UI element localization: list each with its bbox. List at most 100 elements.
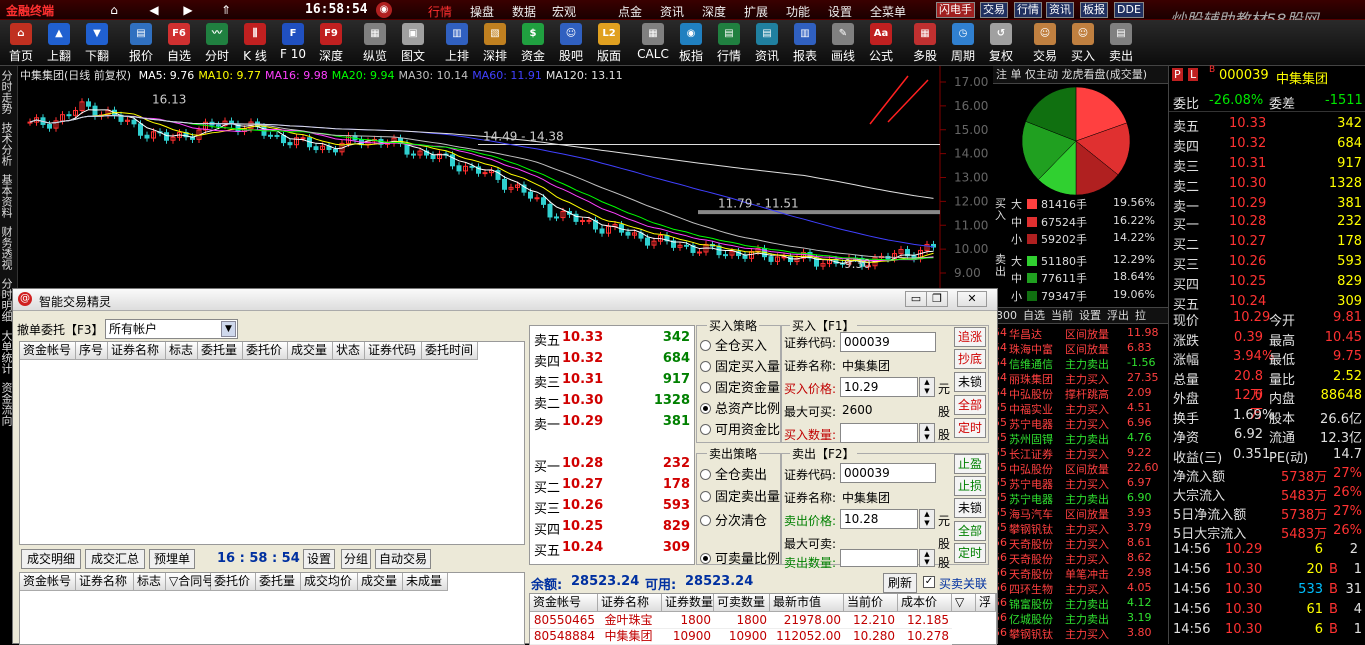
ask-row[interactable]: 卖二 10.30 1328 — [1169, 176, 1365, 195]
menu-4[interactable]: 点金 — [618, 3, 642, 20]
menu-6[interactable]: 深度 — [702, 3, 726, 20]
ticker-row[interactable]: 54 丽珠集团 主力买入 27.35 — [993, 371, 1168, 386]
toolbar-rank-up-button[interactable]: ▥ 上排 — [438, 22, 476, 64]
buy-code-input[interactable]: 000039 — [840, 332, 936, 352]
buy-price-stepper[interactable]: ▲ ▼ — [919, 377, 935, 397]
ticker-row[interactable]: 54 华昌达 区间放量 11.98 — [993, 326, 1168, 341]
link-checkbox[interactable]: ✓ — [923, 576, 935, 588]
restore-icon[interactable]: ❐ — [926, 291, 948, 307]
dialog-bid-row[interactable]: 买五 10.24 309 — [530, 540, 696, 562]
toolbar-index-button[interactable]: ◉ 板指 — [672, 22, 710, 64]
sell-price-stepper[interactable]: ▲ ▼ — [919, 509, 935, 529]
buy-price-input[interactable]: 10.29 — [840, 377, 918, 397]
holdings-col-header[interactable]: 资金帐号 — [530, 594, 598, 612]
buy-qty-input[interactable] — [840, 423, 918, 443]
orders-col-header[interactable]: 资金帐号 — [20, 342, 76, 360]
home-icon[interactable]: ⌂ — [104, 1, 124, 19]
sell-action-button-2[interactable]: 未锁 — [954, 498, 986, 518]
menu-8[interactable]: 功能 — [786, 3, 810, 20]
toolbar-news-button[interactable]: ▤ 资讯 — [748, 22, 786, 64]
toolbar-f9-button[interactable]: F9 深度 — [312, 22, 350, 64]
menu-3[interactable]: 宏观 — [552, 3, 576, 20]
ticker-row[interactable]: 54 中弘股份 撑杆跳高 2.09 — [993, 386, 1168, 401]
mid-tab-1[interactable]: 成交汇总 — [85, 549, 145, 569]
sell-action-button-1[interactable]: 止损 — [954, 476, 986, 496]
toolbar-overview-button[interactable]: ▦ 纵览 — [356, 22, 394, 64]
dialog-bid-row[interactable]: 买三 10.26 593 — [530, 498, 696, 520]
ask-row[interactable]: 卖一 10.29 381 — [1169, 196, 1365, 215]
buy-action-button-0[interactable]: 追涨 — [954, 327, 986, 347]
orders-col-header[interactable]: 成交量 — [288, 342, 333, 360]
bid-row[interactable]: 买一 10.28 232 — [1169, 214, 1365, 233]
orders-col-header[interactable]: 委托量 — [198, 342, 243, 360]
toolbar-restore-button[interactable]: ↺ 复权 — [982, 22, 1020, 64]
toolbar-doc-button[interactable]: ▣ 图文 — [394, 22, 432, 64]
quick-0[interactable]: 闪电手 — [936, 2, 975, 18]
holdings-col-header[interactable]: 证券数量 — [662, 594, 714, 612]
orders-table[interactable]: 资金帐号 序号 证券名称 标志 委托量 委托价 成交量 状态 证券代码 委托时间 — [19, 341, 525, 545]
ticker-row[interactable]: 54 信维通信 主力卖出 -1.56 — [993, 356, 1168, 371]
dialog-ask-row[interactable]: 卖一 10.29 381 — [530, 414, 696, 436]
ticker-row[interactable]: 55 中福实业 主力买入 4.51 — [993, 401, 1168, 416]
buy-action-button-3[interactable]: 全部 — [954, 395, 986, 415]
holdings-cell[interactable]: 10.278 — [898, 629, 952, 645]
mid-tab-0[interactable]: 成交明细 — [21, 549, 81, 569]
dialog-bid-row[interactable]: 买一 10.28 232 — [530, 456, 696, 478]
orders-col-header[interactable]: 委托价 — [243, 342, 288, 360]
holdings-col-header[interactable]: ▽ — [952, 594, 976, 612]
holdings-cell[interactable]: 21978.00 — [770, 613, 844, 629]
sell-strategy-option[interactable]: 分次清仓 — [700, 510, 767, 529]
buy-action-button-1[interactable]: 抄底 — [954, 349, 986, 369]
menu-7[interactable]: 扩展 — [744, 3, 768, 20]
holdings-col-header[interactable]: 成本价 — [898, 594, 952, 612]
toolbar-formula-button[interactable]: Aa 公式 — [862, 22, 900, 64]
quick-2[interactable]: 行情 — [1014, 2, 1042, 18]
holdings-cell[interactable]: 1800 — [662, 613, 714, 629]
sell-qty-input[interactable] — [840, 549, 918, 567]
ticker-row[interactable]: 56 天奇股份 主力买入 8.61 — [993, 536, 1168, 551]
toolbar-rank-deep-button[interactable]: ▧ 深排 — [476, 22, 514, 64]
mid-button-1[interactable]: 分组 — [341, 549, 371, 569]
ticker-row[interactable]: 54 珠海中富 区间放量 6.83 — [993, 341, 1168, 356]
fills-col-header[interactable]: ▽合同号 — [166, 573, 214, 591]
fills-col-header[interactable]: 成交均价 — [301, 573, 358, 591]
refresh-button[interactable]: 刷新 — [883, 573, 917, 593]
left-tab-1[interactable]: 技术分析 — [0, 118, 13, 170]
minimize-icon[interactable]: ▭ — [905, 291, 927, 307]
ticker-row[interactable]: 56 天奇股份 单笔冲击 2.98 — [993, 566, 1168, 581]
ticker-row[interactable]: 55 攀钢钒钛 主力买入 3.79 — [993, 521, 1168, 536]
holdings-cell[interactable]: 10900 — [662, 629, 714, 645]
tab-zhu[interactable]: 注 — [996, 68, 1007, 81]
holdings-cell[interactable]: 中集集团 — [598, 629, 662, 645]
fills-col-header[interactable]: 证券名称 — [76, 573, 134, 591]
left-tab-2[interactable]: 基本资料 — [0, 170, 13, 222]
toolbar-down-arrow-button[interactable]: ▼ 下翻 — [78, 22, 116, 64]
toolbar-period-button[interactable]: ◷ 周期 — [944, 22, 982, 64]
l-badge[interactable]: L — [1188, 68, 1199, 81]
ticker-row[interactable]: 55 苏宁电器 主力买入 6.97 — [993, 476, 1168, 491]
forward-icon[interactable]: ▶ — [178, 1, 198, 19]
menu-2[interactable]: 数据 — [512, 3, 536, 20]
back-icon[interactable]: ◀ — [144, 1, 164, 19]
bid-row[interactable]: 买四 10.25 829 — [1169, 274, 1365, 293]
sell-action-button-0[interactable]: 止盈 — [954, 454, 986, 474]
dialog-bid-row[interactable]: 买四 10.25 829 — [530, 519, 696, 541]
left-tab-4[interactable]: 分时明细 — [0, 274, 13, 326]
dialog-ask-row[interactable]: 卖五 10.33 342 — [530, 330, 696, 352]
bid-row[interactable]: 买三 10.26 593 — [1169, 254, 1365, 273]
ticker-row[interactable]: 56 攀钢钒钛 主力买入 3.80 — [993, 626, 1168, 641]
dialog-ask-row[interactable]: 卖二 10.30 1328 — [530, 393, 696, 415]
holdings-cell[interactable]: 12.210 — [844, 613, 898, 629]
ticker-row[interactable]: 56 天奇股份 主力买入 8.62 — [993, 551, 1168, 566]
pie-tab-5[interactable]: 拉 — [1135, 309, 1146, 322]
dialog-titlebar[interactable]: @ 智能交易精灵 ▭ ❐ ✕ — [13, 289, 997, 311]
holdings-col-header[interactable]: 浮 — [976, 594, 996, 612]
quick-5[interactable]: DDE — [1114, 2, 1144, 18]
ticker-row[interactable]: 55 苏州固锝 主力卖出 4.76 — [993, 431, 1168, 446]
orders-col-header[interactable]: 委托时间 — [422, 342, 478, 360]
left-tab-5[interactable]: 大单统计 — [0, 326, 13, 378]
orders-col-header[interactable]: 标志 — [166, 342, 198, 360]
left-tab-3[interactable]: 财务透视 — [0, 222, 13, 274]
ask-row[interactable]: 卖三 10.31 917 — [1169, 156, 1365, 175]
holdings-cell[interactable]: 10900 — [714, 629, 770, 645]
